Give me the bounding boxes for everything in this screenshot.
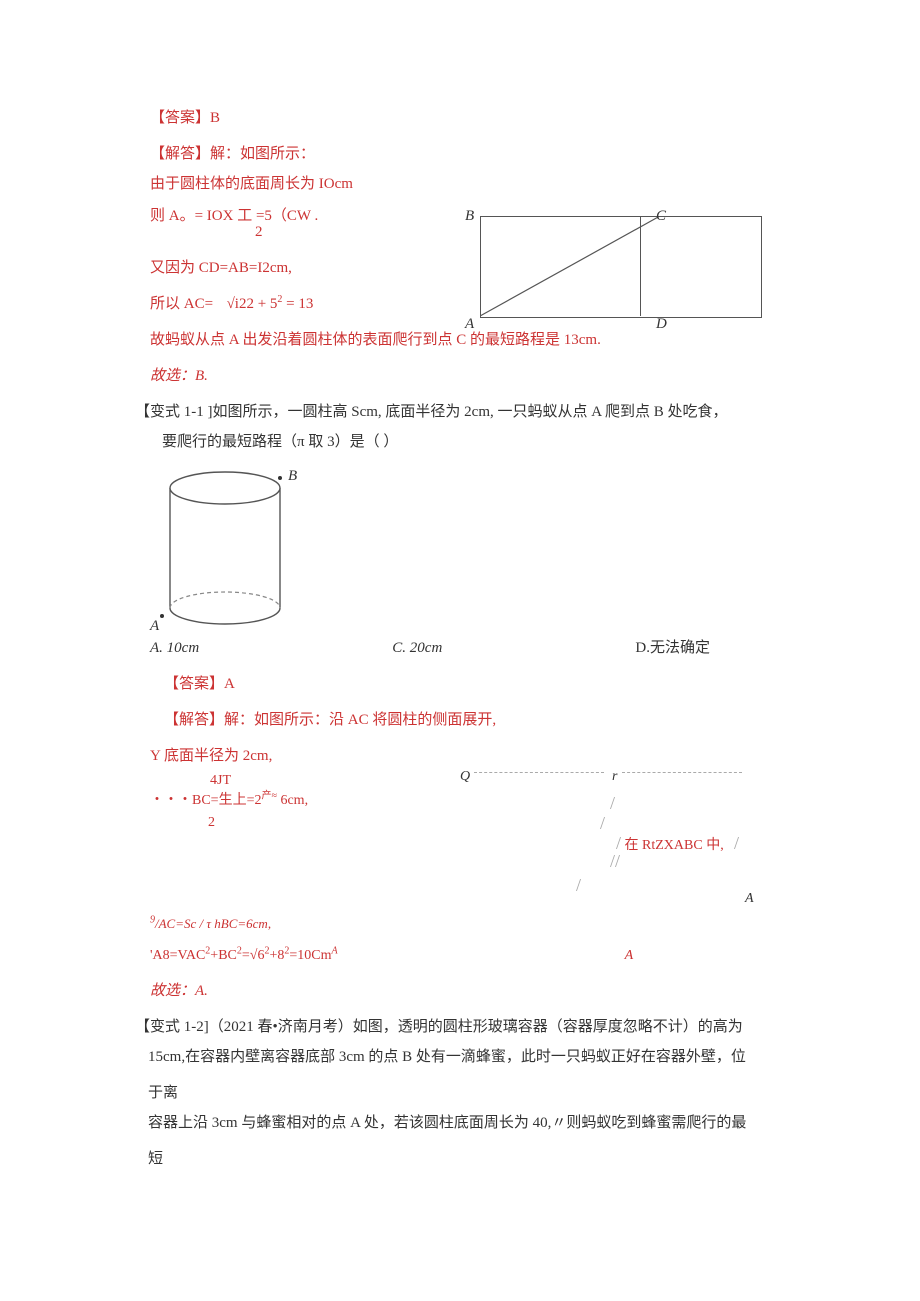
a8-row: 'A8=VAC2+BC2=√62+82=10CmA A: [150, 939, 760, 973]
fig3-slash-2: /: [600, 802, 605, 845]
a8-eq: =10Cm: [289, 948, 331, 963]
cyl-label-a: A: [150, 608, 159, 644]
fig3-label-q: Q: [460, 760, 470, 794]
fig3-label-a-right: A: [745, 882, 754, 916]
a8-tail2: A: [625, 948, 634, 963]
solution-header-2: 【解答】解：如图所示：沿 AC 将圆柱的侧面展开,: [164, 702, 760, 738]
bc-after: 6cm,: [280, 793, 308, 808]
variant-1-2b: 15cm,在容器内壁离容器底部 3cm 的点 B 处有一滴蜂蜜，此时一只蚂蚁正好…: [148, 1039, 760, 1111]
a8-l: 'A8=: [150, 948, 178, 963]
figure-rectangle-abcd: A B C D: [460, 200, 770, 330]
pick-a-line: 故选：A.: [150, 973, 760, 1009]
fig3-container: 4JT ・・・BC=生上=2产≈ 6cm, 2 Q r / / / 在 RtZX…: [150, 764, 760, 904]
fig3-dash-right: [622, 772, 742, 773]
fig3-rt-label: / 在 RtZXABC 中,: [616, 822, 724, 865]
pick-b-line: 故选：B.: [150, 358, 760, 394]
a8-n2: +8: [269, 948, 284, 963]
a8-tail1: A: [332, 946, 338, 957]
options-row: A. 10cm C. 20cm D.无法确定: [150, 630, 710, 666]
fig3-slash-5: /: [576, 864, 581, 907]
bc-sup: 产≈: [261, 790, 277, 801]
cyl-label-b: B: [288, 458, 297, 494]
bc-pre: ・・・BC=生上=2: [150, 793, 261, 808]
a8-m: VAC: [178, 948, 206, 963]
variant-1-2c: 容器上沿 3cm 与蜂蜜相对的点 A 处，若该圆柱底面周长为 40,〃则蚂蚁吃到…: [148, 1105, 760, 1177]
fig3-dash-left: [474, 772, 604, 773]
bc-line: ・・・BC=生上=2产≈ 6cm,: [150, 784, 308, 818]
ac-radical: √i22 + 5: [227, 296, 278, 312]
fig3-slash-4: /: [734, 822, 739, 865]
label-d: D: [656, 306, 667, 342]
ac-pre: 所以 AC=: [150, 296, 213, 312]
ac-sc-row: 9/AC=Sc / τ hBC=6cm,: [150, 908, 760, 939]
answer-a-label: 【答案】A: [164, 666, 760, 702]
then-a-pre: 则 A。= IOX 工 =5（CW .: [150, 206, 318, 227]
label-a: A: [465, 306, 474, 342]
figure-unfold: Q r / / / 在 RtZXABC 中, / // / A A: [460, 764, 760, 904]
ac-eq: = 13: [286, 296, 313, 312]
frac-den-2: 2: [255, 224, 263, 240]
option-d: D.无法确定: [635, 630, 710, 666]
ac-sup: 2: [277, 294, 282, 305]
rt-label-text: 在 RtZXABC 中,: [625, 838, 724, 853]
fig3-dslash: //: [610, 840, 620, 883]
figure1-diagonal: [480, 216, 660, 316]
option-c: C. 20cm: [392, 630, 442, 666]
fig3-slash-1: /: [610, 782, 615, 825]
label-b: B: [465, 198, 474, 234]
document-page: 【答案】B 【解答】解：如图所示： 由于圆柱体的底面周长为 IOcm A B C…: [0, 0, 920, 1301]
a8-n1: =√6: [242, 948, 265, 963]
cylinder-perimeter: 由于圆柱体的底面周长为 IOcm: [150, 166, 760, 202]
figure-cylinder: A B: [150, 460, 305, 630]
bc-two: 2: [208, 806, 215, 840]
acsc-main: /AC=Sc / τ hBC=6cm,: [155, 916, 271, 931]
answer-b-label: 【答案】B: [150, 100, 760, 136]
label-c: C: [656, 198, 666, 234]
a8-bc: +BC: [210, 948, 237, 963]
cylinder-svg: [150, 460, 305, 630]
